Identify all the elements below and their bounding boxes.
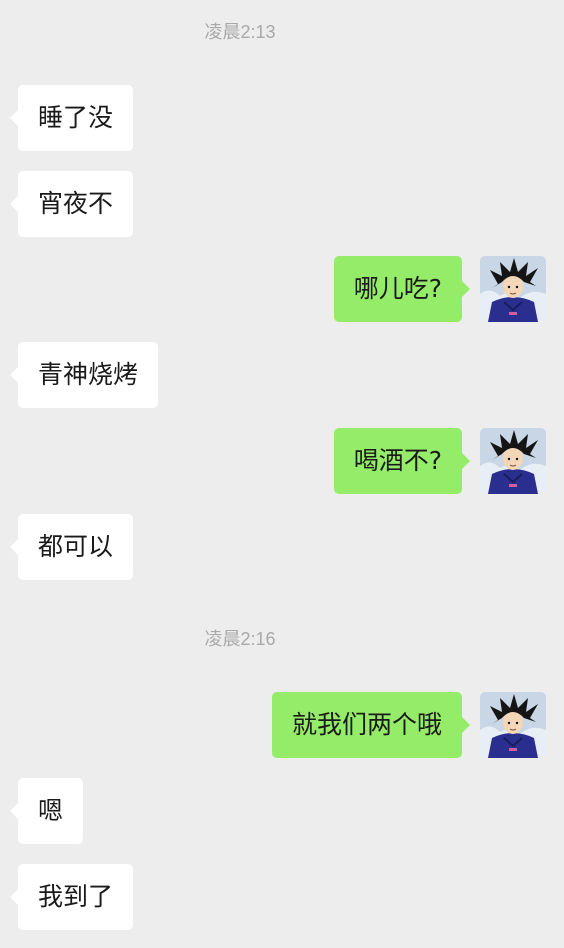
incoming-message-bubble[interactable]: 都可以 (9, 514, 134, 580)
timestamp: 凌晨2:16 (204, 629, 276, 649)
outgoing-message-bubble[interactable]: 喝酒不? (333, 428, 471, 494)
outgoing-message-bubble[interactable]: 哪儿吃? (333, 256, 471, 322)
anime-character-avatar-icon (480, 256, 546, 322)
anime-character-avatar-icon (480, 428, 546, 494)
user-avatar[interactable] (480, 428, 546, 494)
incoming-message-bubble[interactable]: 睡了没 (9, 85, 134, 151)
user-avatar[interactable] (480, 692, 546, 758)
outgoing-message-bubble[interactable]: 就我们两个哦 (271, 692, 471, 758)
anime-character-avatar-icon (480, 692, 546, 758)
timestamp: 凌晨2:13 (204, 22, 276, 42)
incoming-message-bubble[interactable]: 我到了 (9, 864, 134, 930)
incoming-message-bubble[interactable]: 嗯 (9, 778, 84, 844)
incoming-message-bubble[interactable]: 青神烧烤 (9, 342, 159, 408)
user-avatar[interactable] (480, 256, 546, 322)
incoming-message-bubble[interactable]: 宵夜不 (9, 171, 134, 237)
